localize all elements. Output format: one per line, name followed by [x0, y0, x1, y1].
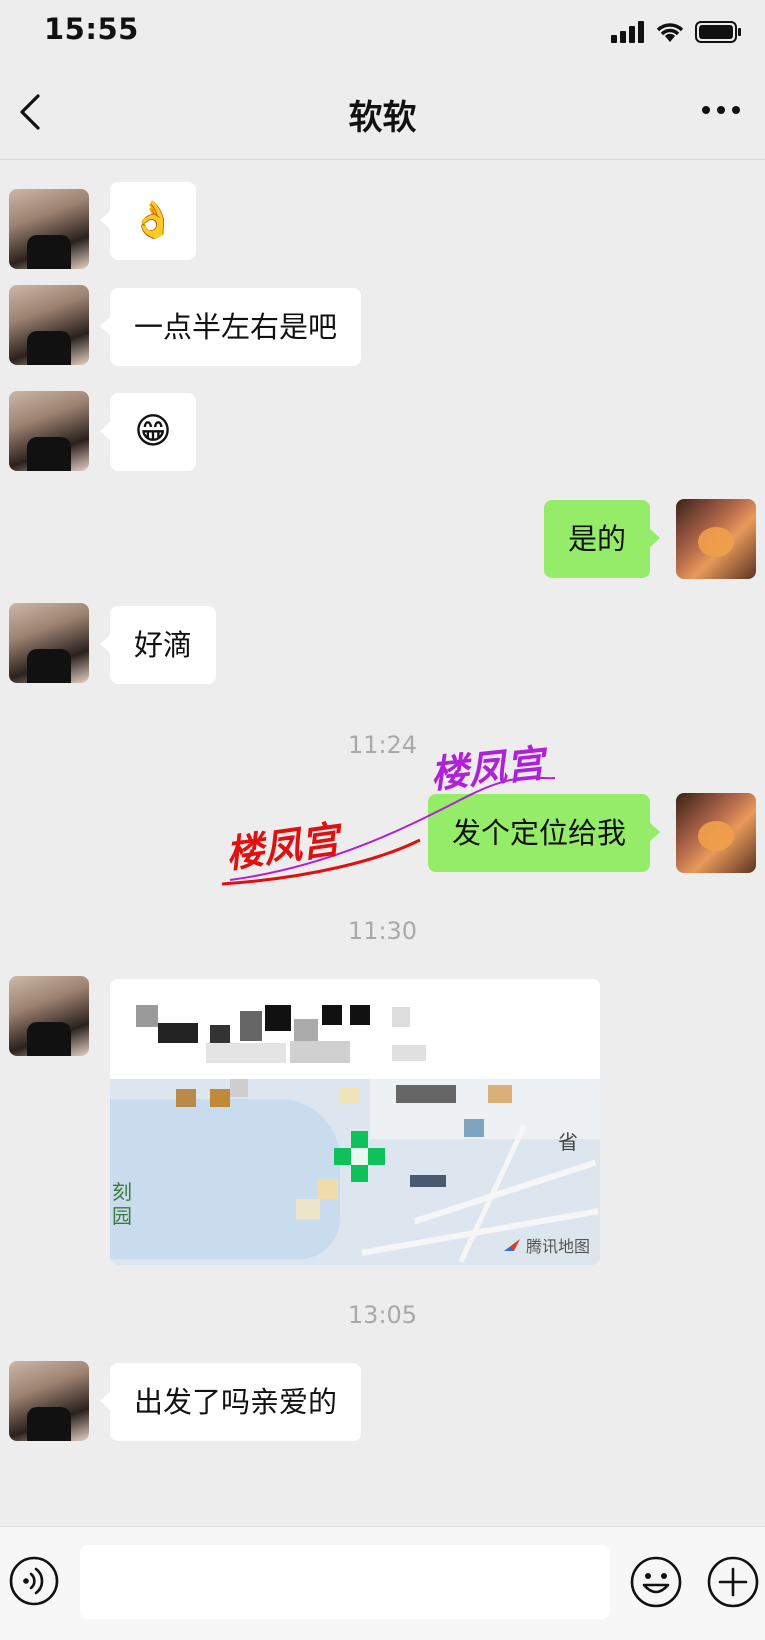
timestamp: 11:24 [347, 731, 418, 759]
input-bar [0, 1526, 765, 1640]
message-bubble[interactable]: 一点半左右是吧 [99, 288, 362, 366]
map-brand-label: 腾讯地图 [525, 1237, 590, 1256]
location-map[interactable]: 刻 园 省 腾讯地图 [110, 1079, 600, 1265]
self-avatar[interactable] [676, 499, 756, 579]
message-bubble[interactable]: 出发了吗亲爱的 [99, 1363, 362, 1441]
map-brand: 腾讯地图 [502, 1233, 590, 1257]
map-water [110, 1099, 340, 1259]
more-dots-icon[interactable] [699, 100, 743, 120]
contact-avatar[interactable] [9, 285, 89, 365]
location-card[interactable]: 刻 园 省 腾讯地图 [110, 979, 600, 1265]
message-bubble[interactable]: 😁 [100, 393, 196, 471]
status-time: 15:55 [44, 12, 139, 46]
timestamp: 11:30 [347, 917, 418, 945]
tencent-map-logo-icon [503, 1239, 520, 1251]
timestamp: 13:05 [347, 1301, 418, 1329]
signal-icon [611, 21, 644, 43]
message-input[interactable] [80, 1545, 610, 1619]
message-bubble[interactable]: 👌 [100, 182, 196, 260]
wifi-icon [656, 23, 684, 42]
status-icons [611, 18, 743, 46]
contact-avatar[interactable] [9, 391, 89, 471]
status-bar: 15:55 [0, 0, 765, 64]
plus-icon[interactable] [706, 1555, 760, 1609]
map-pin-icon [334, 1131, 385, 1182]
message-bubble-self[interactable]: 是的 [543, 500, 661, 578]
page-title: 软软 [348, 98, 417, 138]
battery-icon [695, 21, 741, 43]
map-label: 刻 [112, 1180, 132, 1204]
map-label: 园 [112, 1204, 132, 1228]
contact-avatar[interactable] [9, 976, 89, 1056]
location-title-pixelated [110, 979, 600, 1079]
self-avatar[interactable] [676, 793, 756, 873]
message-bubble[interactable]: 好滴 [99, 606, 217, 684]
contact-avatar[interactable] [9, 189, 89, 269]
voice-icon[interactable] [8, 1555, 60, 1607]
chat-header: 软软 [0, 64, 765, 160]
emoji-icon[interactable] [629, 1555, 683, 1609]
map-label: 省 [558, 1130, 578, 1154]
contact-avatar[interactable] [9, 603, 89, 683]
contact-avatar[interactable] [9, 1361, 89, 1441]
